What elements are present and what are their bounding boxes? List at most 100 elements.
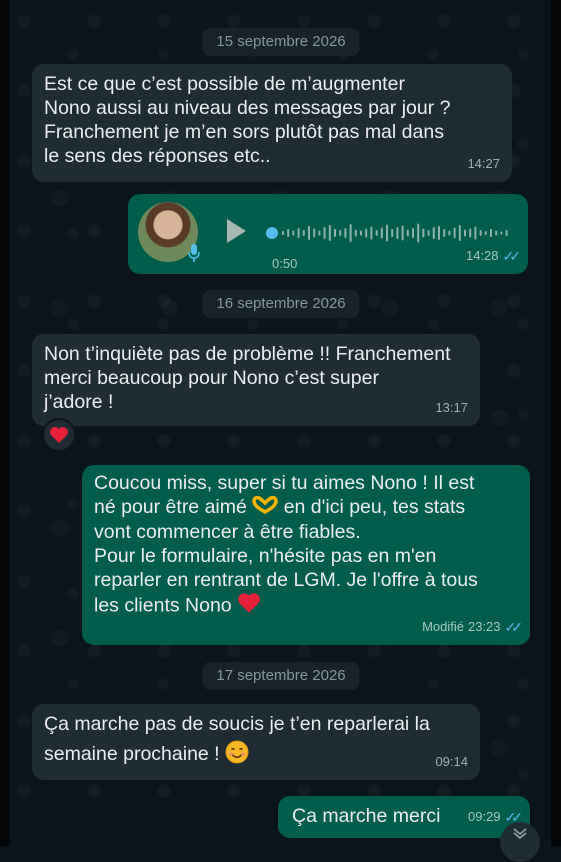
message-text-line: semaine prochaine !: [44, 743, 220, 766]
waveform-bar: [490, 229, 492, 237]
screen-edge-left: [0, 0, 10, 846]
message-text-line: né pour être aimé: [94, 496, 247, 518]
waveform-bar: [443, 229, 446, 237]
date-label: 15 septembre 2026: [216, 33, 346, 50]
waveform-bar: [417, 223, 420, 243]
waveform-bar: [292, 230, 295, 236]
message-text-line: merci beaucoup pour Nono c’est super: [44, 367, 379, 389]
waveform-bar: [287, 229, 290, 237]
message-meta: 14:28 ✓✓: [465, 244, 522, 268]
waveform-bar: [349, 224, 352, 242]
message-text-line: Franchement je m’en sors plutôt pas mal …: [44, 121, 444, 143]
waveform-bar: [422, 228, 425, 238]
waveform-bar: [318, 230, 321, 236]
message-meta: 09:14: [435, 750, 468, 774]
incoming-message[interactable]: Non t’inquiète pas de problème !! Franch…: [32, 334, 480, 426]
waveform-bar: [308, 226, 310, 240]
message-time: 23:23: [467, 619, 501, 634]
waveform-bar: [365, 228, 368, 238]
waveform-bar: [391, 229, 394, 237]
edited-label: Modifié: [422, 619, 464, 634]
message-text-row: né pour être aimé en d'ici peu, tes stat…: [94, 495, 518, 520]
waveform-bar: [386, 224, 388, 242]
message-time: 13:17: [435, 400, 468, 415]
read-ticks-icon: ✓✓: [502, 248, 522, 264]
message-text-line: Non t’inquiète pas de problème !! Franch…: [44, 343, 451, 365]
waveform-bar: [302, 230, 305, 236]
message-time: 14:28: [465, 248, 499, 263]
message-time: 14:27: [467, 156, 500, 171]
waveform-bar: [334, 229, 336, 237]
date-label: 17 septembre 2026: [216, 667, 346, 684]
red-heart-icon: [237, 592, 261, 621]
waveform-bar: [505, 230, 508, 236]
incoming-message[interactable]: Ça marche pas de soucis je t’en reparler…: [32, 704, 480, 780]
waveform-bar: [453, 227, 456, 239]
outgoing-message[interactable]: Ça marche merci 09:29 ✓✓: [278, 796, 530, 838]
waveform-bar: [448, 230, 451, 236]
message-text-line: en d'ici peu, tes stats: [283, 496, 466, 518]
date-label: 16 septembre 2026: [216, 295, 346, 312]
message-text-line: vont commencer à être fiables.: [94, 520, 361, 543]
waveform-bar: [495, 230, 498, 236]
waveform-bar: [406, 229, 409, 237]
incoming-message[interactable]: Est ce que c’est possible de m’augmenter…: [32, 64, 512, 182]
read-ticks-icon: ✓✓: [504, 619, 524, 635]
waveform-bar: [427, 230, 430, 236]
message-meta: 14:27: [467, 152, 500, 176]
waveform-bar: [282, 231, 284, 235]
message-text-line: reparler en rentrant de LGM. Je l'offre …: [94, 568, 478, 591]
message-text-line: Nono aussi au niveau des messages par jo…: [44, 97, 451, 119]
message-text-line: Est ce que c’est possible de m’augmenter: [44, 73, 405, 95]
message-text-line: Coucou miss, super si tu aimes Nono ! Il…: [94, 472, 475, 494]
message-text-line: les clients Nono: [94, 594, 232, 617]
waveform-bar: [313, 228, 316, 238]
message-text-line: j’adore !: [44, 391, 114, 413]
waveform-bar: [458, 225, 461, 241]
date-separator: 17 septembre 2026: [202, 662, 360, 690]
message-text-line: Ça marche pas de soucis je t’en reparler…: [44, 713, 430, 735]
message-time: 09:14: [435, 754, 468, 769]
waveform-bar: [432, 227, 435, 239]
message-text-line: Pour le formulaire, n'hésite pas en m'en: [94, 544, 437, 567]
message-meta: Modifié 23:23 ✓✓: [422, 615, 524, 639]
message-meta: 13:17: [435, 396, 468, 420]
message-time: 09:29: [467, 809, 501, 824]
waveform-bar: [339, 230, 342, 236]
playback-position-dot: [266, 227, 278, 239]
waveform-bar: [438, 226, 440, 240]
message-text-row: semaine prochaine !: [44, 740, 468, 770]
waveform-bar: [464, 229, 466, 237]
message-text-line: le sens des réponses etc..: [44, 145, 271, 167]
waveform-bar: [484, 231, 487, 235]
waveform-bar: [370, 226, 373, 240]
smiling-face-icon: [225, 740, 249, 770]
waveform-bar: [380, 227, 383, 239]
date-separator: 15 septembre 2026: [202, 28, 360, 56]
outgoing-message[interactable]: Coucou miss, super si tu aimes Nono ! Il…: [82, 465, 530, 645]
reaction-heart-icon[interactable]: [42, 418, 76, 452]
waveform-bar: [323, 227, 326, 239]
voice-message[interactable]: 0:50 14:28 ✓✓: [128, 194, 528, 274]
waveform-bar: [396, 227, 399, 239]
waveform-bar: [354, 229, 357, 237]
scroll-to-bottom-button[interactable]: [500, 822, 540, 862]
waveform-bar: [474, 226, 477, 240]
waveform-bar: [344, 228, 347, 238]
waveform-bar: [401, 225, 404, 241]
waveform-bar: [469, 228, 472, 238]
message-text-line: Ça marche merci: [292, 805, 441, 827]
play-icon[interactable]: [225, 218, 247, 250]
waveform-bar: [297, 228, 300, 238]
date-separator: 16 septembre 2026: [202, 290, 360, 318]
waveform-bar: [375, 230, 378, 236]
waveform-bar: [360, 230, 362, 236]
heart-hands-icon: [252, 495, 279, 520]
waveform-bar: [412, 228, 414, 238]
chevron-down-icon: [512, 826, 528, 844]
voice-duration: 0:50: [272, 256, 298, 271]
waveform-bar: [479, 230, 482, 236]
waveform-bar: [500, 231, 503, 235]
waveform-bar: [328, 225, 331, 241]
microphone-icon: [188, 244, 200, 268]
